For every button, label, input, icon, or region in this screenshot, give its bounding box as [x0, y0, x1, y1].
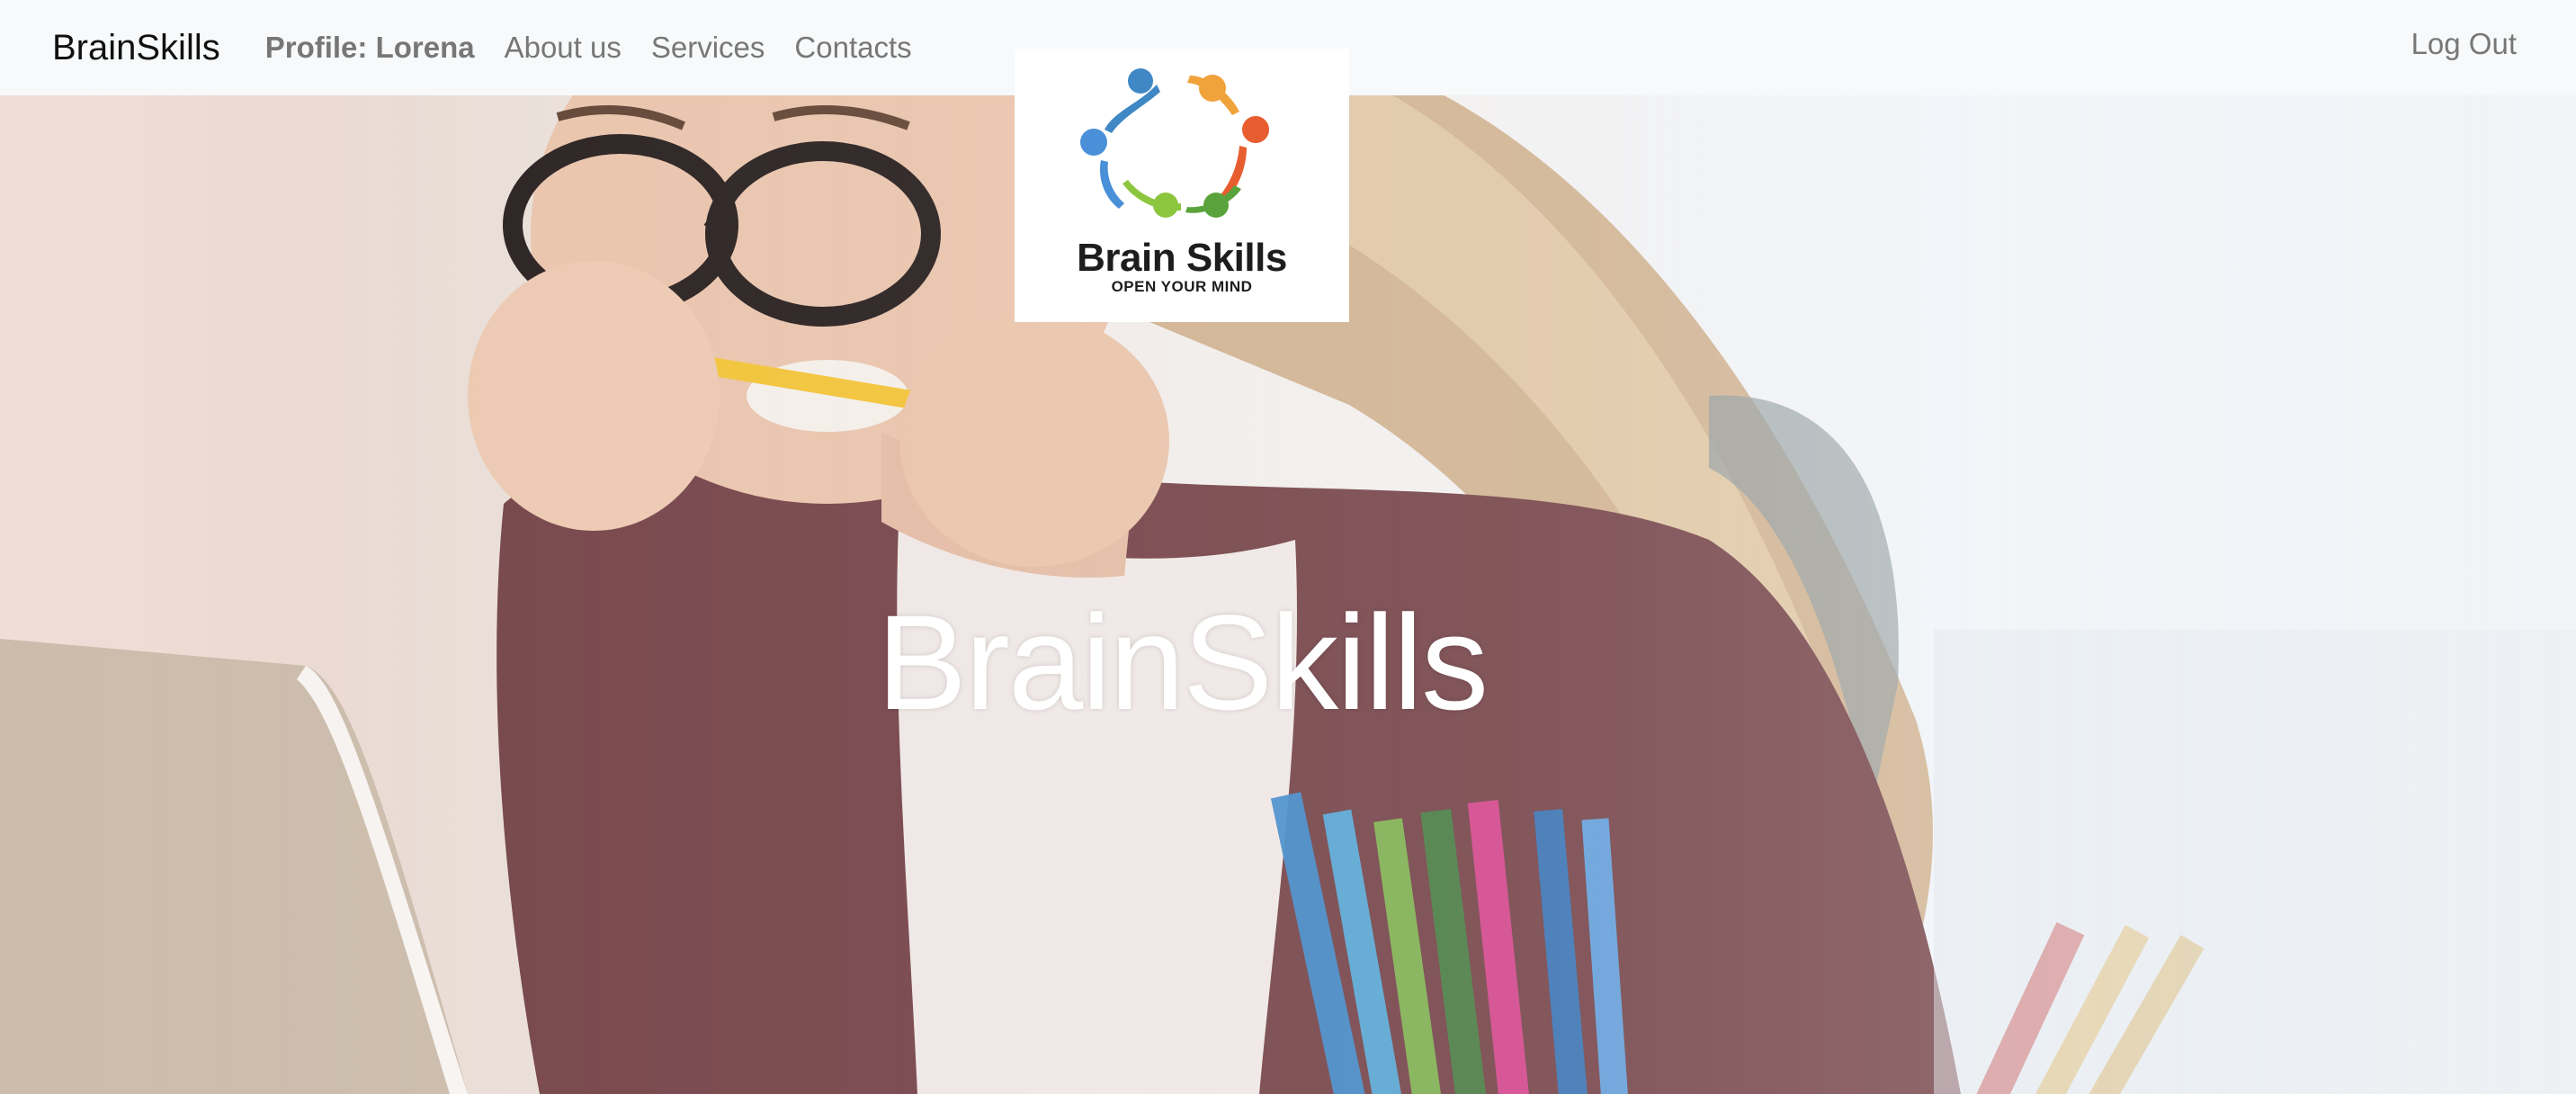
- logo-tagline: OPEN YOUR MIND: [1111, 278, 1253, 295]
- nav-services-link[interactable]: Services: [651, 31, 765, 65]
- logo-title: Brain Skills: [1077, 236, 1287, 280]
- hero-title: BrainSkills: [876, 587, 1489, 738]
- brand-link[interactable]: BrainSkills: [52, 28, 220, 68]
- nav-about-link[interactable]: About us: [505, 31, 622, 65]
- logo-card: Brain Skills OPEN YOUR MIND: [1015, 49, 1349, 322]
- logout-link[interactable]: Log Out: [2411, 27, 2517, 61]
- nav-profile-link[interactable]: Profile: Lorena: [265, 31, 475, 65]
- people-circle-logo-icon: [1080, 68, 1269, 218]
- nav-contacts-link[interactable]: Contacts: [794, 31, 911, 65]
